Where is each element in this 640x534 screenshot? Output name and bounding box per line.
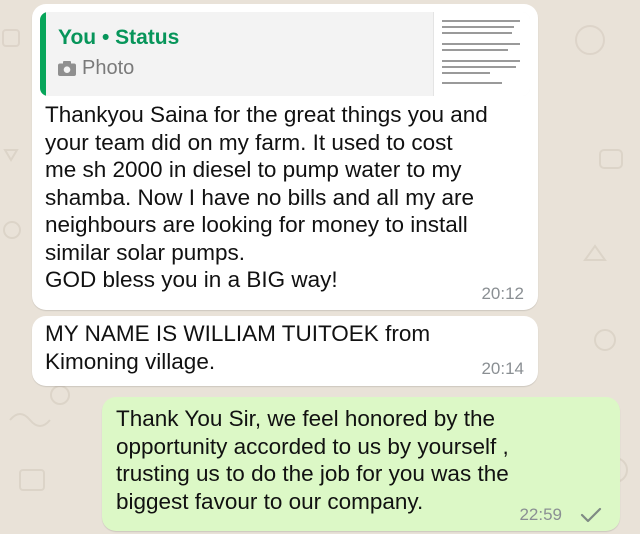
message-text: MY NAME IS WILLIAM TUITOEK from Kimoning… <box>45 321 431 374</box>
message-time: 22:59 <box>519 505 562 524</box>
quote-author: You • Status <box>58 26 180 49</box>
quote-type: Photo <box>58 57 134 80</box>
message-bubble-outgoing[interactable]: Thank You Sir, we feel honored by the op… <box>102 397 620 531</box>
single-check-icon <box>580 507 602 523</box>
camera-icon <box>58 61 76 76</box>
status-thumbnail <box>433 12 530 96</box>
message-bubble-incoming[interactable]: You • Status Photo Thankyou Saina for th… <box>32 4 538 310</box>
message-text: Thankyou Saina for the great things you … <box>45 102 488 292</box>
message-time: 20:12 <box>481 284 524 303</box>
message-text: Thank You Sir, we feel honored by the op… <box>116 406 509 514</box>
message-bubble-incoming[interactable]: MY NAME IS WILLIAM TUITOEK from Kimoning… <box>32 316 538 386</box>
quote-accent-bar <box>40 12 46 96</box>
message-time: 20:14 <box>481 359 524 378</box>
quoted-status[interactable]: You • Status Photo <box>40 12 530 96</box>
quote-type-label: Photo <box>82 57 135 79</box>
